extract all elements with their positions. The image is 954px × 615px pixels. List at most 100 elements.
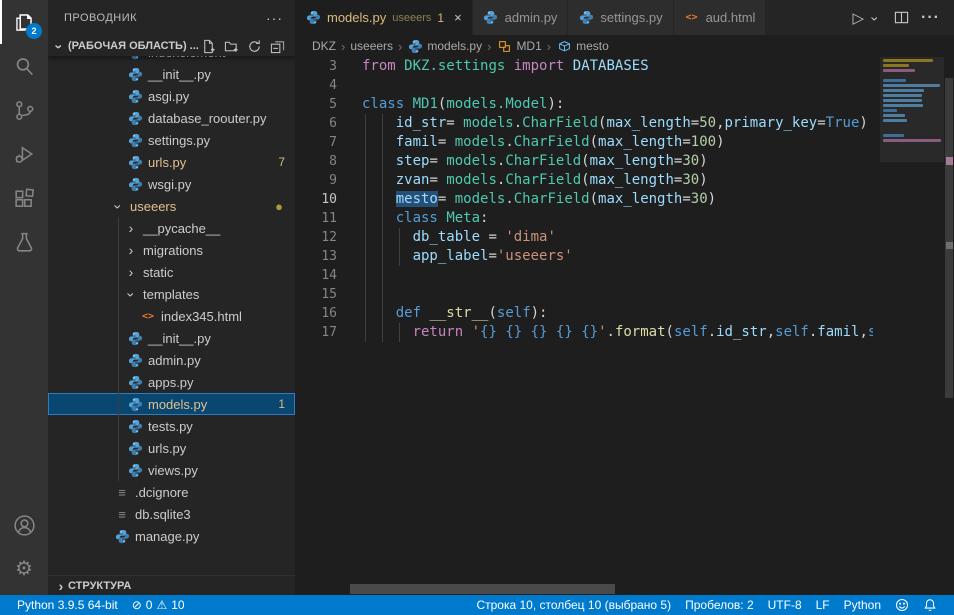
breadcrumb-item-MD1[interactable]: MD1: [496, 38, 541, 54]
tree-item-database_roouter.py[interactable]: database_roouter.py: [48, 107, 295, 129]
tree-item-tests.py[interactable]: tests.py: [48, 415, 295, 437]
new-folder-icon[interactable]: [224, 39, 239, 54]
feedback-smiley-icon[interactable]: [888, 595, 916, 615]
code-line-4[interactable]: 4: [295, 76, 873, 95]
code-line-17[interactable]: 17 return '{} {} {} {} {}'.format(self.i…: [295, 323, 873, 342]
minimap-line: [883, 119, 907, 122]
split-editor-icon[interactable]: [894, 10, 909, 25]
line-text: [362, 285, 873, 304]
line-number: 17: [295, 323, 362, 342]
python-interpreter-item[interactable]: Python 3.9.5 64-bit: [10, 595, 125, 615]
code-line-3[interactable]: 3from DKZ.settings import DATABASES: [295, 57, 873, 76]
tree-item-asgi.py[interactable]: asgi.py: [48, 85, 295, 107]
tree-item-admin.py[interactable]: admin.py: [48, 349, 295, 371]
tab-models.py[interactable]: models.pyuseeers1×: [295, 0, 473, 35]
line-number: 11: [295, 209, 362, 228]
code-line-16[interactable]: 16 def __str__(self):: [295, 304, 873, 323]
tab-settings.py[interactable]: settings.py: [568, 0, 673, 35]
language-mode-item[interactable]: Python: [837, 595, 888, 615]
source-control-icon[interactable]: [0, 88, 48, 132]
code-line-12[interactable]: 12 db_table = 'dima': [295, 228, 873, 247]
tree-item-index345.html[interactable]: <>index345.html: [48, 305, 295, 327]
code-line-9[interactable]: 9 zvan= models.CharField(max_length=30): [295, 171, 873, 190]
tree-item-migrations[interactable]: ›migrations: [48, 239, 295, 261]
sidebar-more-actions-icon[interactable]: ···: [266, 10, 283, 26]
collapse-all-icon[interactable]: [270, 39, 285, 54]
horizontal-scrollbar-slider[interactable]: [350, 584, 615, 594]
tree-item-indexelement[interactable]: indexelement: [48, 56, 295, 63]
tree-item-urls.py[interactable]: urls.py7: [48, 151, 295, 173]
accounts-icon[interactable]: [0, 503, 48, 547]
error-count: 0: [146, 598, 153, 612]
minimap[interactable]: [880, 57, 944, 595]
tree-item-manage.py[interactable]: manage.py: [48, 525, 295, 547]
tree-item-settings.py[interactable]: settings.py: [48, 129, 295, 151]
more-actions-icon[interactable]: ···: [921, 9, 940, 27]
breadcrumb-item-DKZ[interactable]: DKZ: [312, 39, 336, 53]
encoding-item[interactable]: UTF-8: [761, 595, 809, 615]
tree-item-useeers[interactable]: ›useeers●: [48, 195, 295, 217]
python-icon: [407, 38, 423, 54]
tree-item-.dcignore[interactable]: ≡.dcignore: [48, 481, 295, 503]
extensions-icon[interactable]: [0, 176, 48, 220]
refresh-icon[interactable]: [247, 39, 262, 54]
explorer-icon[interactable]: 2: [0, 0, 48, 44]
tree-item-__init__.py[interactable]: __init__.py: [48, 327, 295, 349]
testing-icon[interactable]: [0, 220, 48, 264]
vertical-scrollbar[interactable]: [944, 57, 954, 595]
tree-item-db.sqlite3[interactable]: ≡db.sqlite3: [48, 503, 295, 525]
python-icon: [127, 66, 143, 82]
code-line-14[interactable]: 14: [295, 266, 873, 285]
code-area[interactable]: 3from DKZ.settings import DATABASES45cla…: [295, 57, 873, 595]
indent-guide: [399, 247, 400, 266]
tree-item-wsgi.py[interactable]: wsgi.py: [48, 173, 295, 195]
tree-item-templates[interactable]: ›templates: [48, 283, 295, 305]
code-line-7[interactable]: 7 famil= models.CharField(max_length=100…: [295, 133, 873, 152]
tree-item-__init__.py[interactable]: __init__.py: [48, 63, 295, 85]
tab-bar: models.pyuseeers1×admin.pysettings.py<>a…: [295, 0, 954, 35]
close-icon[interactable]: ×: [454, 10, 462, 25]
indent-guide: [365, 190, 366, 209]
code-line-15[interactable]: 15: [295, 285, 873, 304]
tab-aud.html[interactable]: <>aud.html: [674, 0, 767, 35]
tab-admin.py[interactable]: admin.py: [473, 0, 569, 35]
code-line-8[interactable]: 8 step= models.CharField(max_length=30): [295, 152, 873, 171]
line-number: 5: [295, 95, 362, 114]
run-and-debug-icon[interactable]: [0, 132, 48, 176]
search-icon[interactable]: [0, 44, 48, 88]
indentation-item[interactable]: Пробелов: 2: [678, 595, 761, 615]
run-python-file-icon[interactable]: ▷: [852, 9, 864, 27]
breadcrumb-item-mesto[interactable]: mesto: [556, 38, 609, 54]
breadcrumb-item-models.py[interactable]: models.py: [407, 38, 482, 54]
workspace-section-header[interactable]: › (РАБОЧАЯ ОБЛАСТЬ) ...: [48, 36, 295, 56]
breadcrumb-item-useeers[interactable]: useeers: [350, 39, 393, 53]
vertical-scrollbar-slider[interactable]: [945, 78, 953, 398]
tab-label: aud.html: [706, 10, 756, 25]
notifications-bell-icon[interactable]: [916, 595, 944, 615]
tree-item-label: index345.html: [161, 309, 242, 324]
cursor-position-item[interactable]: Строка 10, столбец 10 (выбрано 5): [469, 595, 678, 615]
run-dropdown-chevron-icon[interactable]: ›: [869, 11, 883, 25]
problems-item[interactable]: ⊘ 0 ⚠ 10: [125, 595, 192, 615]
outline-section-header[interactable]: › СТРУКТУРА: [48, 575, 295, 595]
python-icon: [127, 110, 143, 126]
code-line-13[interactable]: 13 app_label='useeers': [295, 247, 873, 266]
new-file-icon[interactable]: [201, 39, 216, 54]
settings-gear-icon[interactable]: ⚙: [0, 547, 48, 591]
code-line-11[interactable]: 11 class Meta:: [295, 209, 873, 228]
tree-item-views.py[interactable]: views.py: [48, 459, 295, 481]
tree-item-apps.py[interactable]: apps.py: [48, 371, 295, 393]
code-line-5[interactable]: 5class MD1(models.Model):: [295, 95, 873, 114]
eol-item[interactable]: LF: [809, 595, 837, 615]
indent-guide: [118, 415, 119, 437]
tree-item-__pycache__[interactable]: ›__pycache__: [48, 217, 295, 239]
code-line-10[interactable]: 10 mesto= models.CharField(max_length=30…: [295, 190, 873, 209]
code-line-6[interactable]: 6 id_str= models.CharField(max_length=50…: [295, 114, 873, 133]
code-editor[interactable]: 3from DKZ.settings import DATABASES45cla…: [295, 57, 954, 595]
tree-item-static[interactable]: ›static: [48, 261, 295, 283]
main-area: 2: [0, 0, 954, 595]
tree-item-label: database_roouter.py: [148, 111, 267, 126]
tree-item-models.py[interactable]: models.py1: [48, 393, 295, 415]
sidebar-title: ПРОВОДНИК: [64, 12, 137, 24]
tree-item-urls.py[interactable]: urls.py: [48, 437, 295, 459]
